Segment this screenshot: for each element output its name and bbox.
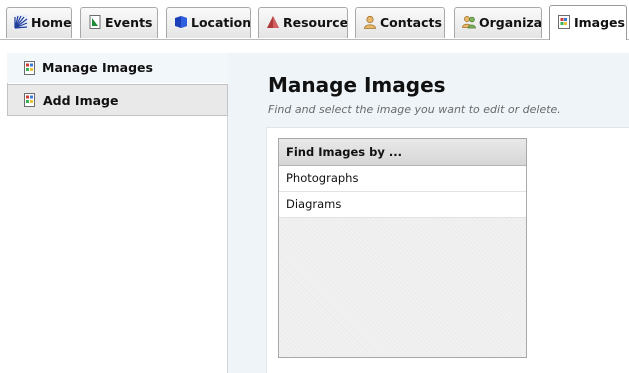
images-icon bbox=[558, 15, 570, 29]
tab-label: Locations bbox=[191, 15, 251, 30]
tab-home[interactable]: Home bbox=[6, 7, 72, 38]
sidebar-item-label: Add Image bbox=[43, 93, 119, 108]
sidebar-item-add-image[interactable]: Add Image bbox=[7, 84, 228, 116]
tab-label: Contacts bbox=[380, 15, 442, 30]
sidebar: Manage Images Add Image bbox=[0, 53, 228, 373]
tab-label: Home bbox=[31, 15, 72, 30]
tab-contacts[interactable]: Contacts bbox=[355, 7, 445, 38]
tab-resources[interactable]: Resources bbox=[258, 7, 348, 38]
tab-label: Resources bbox=[283, 15, 348, 30]
tab-locations[interactable]: Locations bbox=[166, 7, 251, 38]
contacts-icon bbox=[364, 15, 376, 29]
sidebar-item-label: Manage Images bbox=[42, 60, 153, 75]
tab-label: Events bbox=[105, 15, 153, 30]
image-file-icon bbox=[24, 93, 35, 107]
image-file-icon bbox=[24, 61, 35, 75]
sidebar-item-manage-images[interactable]: Manage Images bbox=[7, 53, 228, 83]
tab-label: Organizat bbox=[479, 15, 542, 30]
tab-events[interactable]: Events bbox=[80, 7, 158, 38]
top-tab-bar: Home Events Locations Resources Contacts bbox=[0, 0, 629, 40]
locations-icon bbox=[175, 16, 187, 28]
organizations-icon bbox=[462, 16, 476, 29]
tab-images[interactable]: Images bbox=[549, 5, 627, 40]
finder-option-diagrams[interactable]: Diagrams bbox=[279, 192, 526, 218]
image-finder-panel: Find Images by ... Photographs Diagrams bbox=[278, 138, 527, 358]
events-icon bbox=[89, 15, 101, 29]
page-subtitle: Find and select the image you want to ed… bbox=[268, 103, 561, 116]
resources-icon bbox=[267, 16, 279, 28]
main-content: Manage Images Find and select the image … bbox=[228, 53, 629, 373]
home-icon bbox=[14, 15, 28, 29]
tab-organizations[interactable]: Organizat bbox=[454, 7, 542, 38]
tab-label: Images bbox=[574, 15, 625, 30]
page-title: Manage Images bbox=[268, 73, 446, 97]
finder-header: Find Images by ... bbox=[279, 139, 526, 166]
finder-option-photographs[interactable]: Photographs bbox=[279, 166, 526, 192]
